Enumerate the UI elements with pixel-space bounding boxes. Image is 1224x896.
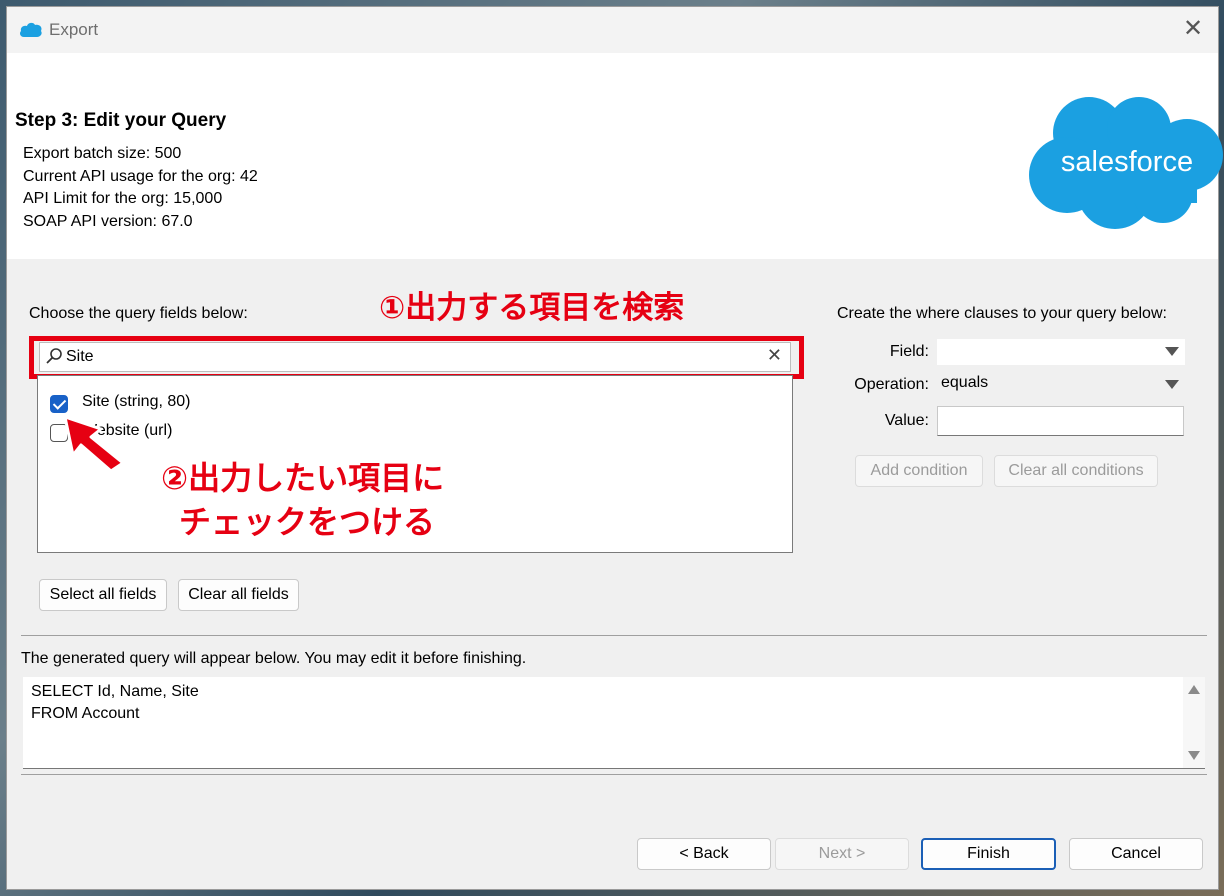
field-select[interactable] (937, 339, 1185, 365)
info-api-usage: Current API usage for the org: 42 (23, 168, 258, 185)
divider (21, 635, 1207, 636)
value-label: Value: (884, 412, 929, 429)
add-condition-button[interactable]: Add condition (855, 455, 983, 487)
query-line-1: SELECT Id, Name, Site (31, 683, 199, 700)
cancel-button[interactable]: Cancel (1069, 838, 1203, 870)
operation-label: Operation: (854, 376, 929, 393)
export-dialog: Export ✕ Step 3: Edit your Query Export … (6, 6, 1223, 890)
next-button[interactable]: Next > (775, 838, 909, 870)
info-api-limit: API Limit for the org: 15,000 (23, 190, 223, 207)
search-highlight-frame (29, 336, 804, 379)
salesforce-cloud-icon (19, 21, 43, 43)
field-item-label: Site (string, 80) (82, 393, 191, 410)
divider (21, 774, 1207, 775)
title-bar: Export ✕ (7, 7, 1218, 53)
field-label: Field: (889, 343, 929, 360)
window-title: Export (49, 20, 99, 39)
info-soap-version: SOAP API version: 67.0 (23, 213, 193, 230)
annotation-search: ①出力する項目を検索 (379, 290, 685, 326)
annotation-check-line1: ②出力したい項目に (161, 459, 445, 497)
info-batch-size: Export batch size: 500 (23, 145, 182, 162)
select-all-fields-button[interactable]: Select all fields (39, 579, 167, 611)
dropdown-arrow-icon[interactable] (1165, 347, 1179, 356)
step-title: Step 3: Edit your Query (15, 110, 227, 131)
logo-text: salesforce (1061, 146, 1193, 178)
scroll-up-icon[interactable] (1188, 685, 1200, 694)
back-button[interactable]: < Back (637, 838, 771, 870)
close-icon[interactable]: ✕ (1178, 15, 1208, 45)
dropdown-arrow-icon[interactable] (1165, 380, 1179, 389)
operation-select[interactable]: equals (937, 372, 1185, 398)
checkbox-checked[interactable] (50, 395, 68, 413)
annotation-check-line2: チェックをつける (179, 503, 436, 541)
query-scrollbar[interactable] (1183, 677, 1205, 768)
query-line-2: FROM Account (31, 705, 140, 722)
where-label: Create the where clauses to your query b… (837, 305, 1167, 322)
arrow-pointer-icon (63, 415, 129, 476)
query-label: The generated query will appear below. Y… (21, 650, 527, 667)
fields-label: Choose the query fields below: (29, 305, 248, 322)
value-input[interactable] (937, 406, 1184, 436)
wizard-header: Step 3: Edit your Query Export batch siz… (7, 53, 1223, 259)
clear-all-fields-button[interactable]: Clear all fields (178, 579, 299, 611)
query-textarea[interactable]: SELECT Id, Name, Site FROM Account (23, 677, 1205, 769)
salesforce-logo: salesforce (1027, 93, 1223, 238)
scroll-down-icon[interactable] (1188, 751, 1200, 760)
operation-select-value: equals (941, 374, 989, 391)
finish-button[interactable]: Finish (921, 838, 1056, 870)
clear-all-conditions-button[interactable]: Clear all conditions (994, 455, 1158, 487)
